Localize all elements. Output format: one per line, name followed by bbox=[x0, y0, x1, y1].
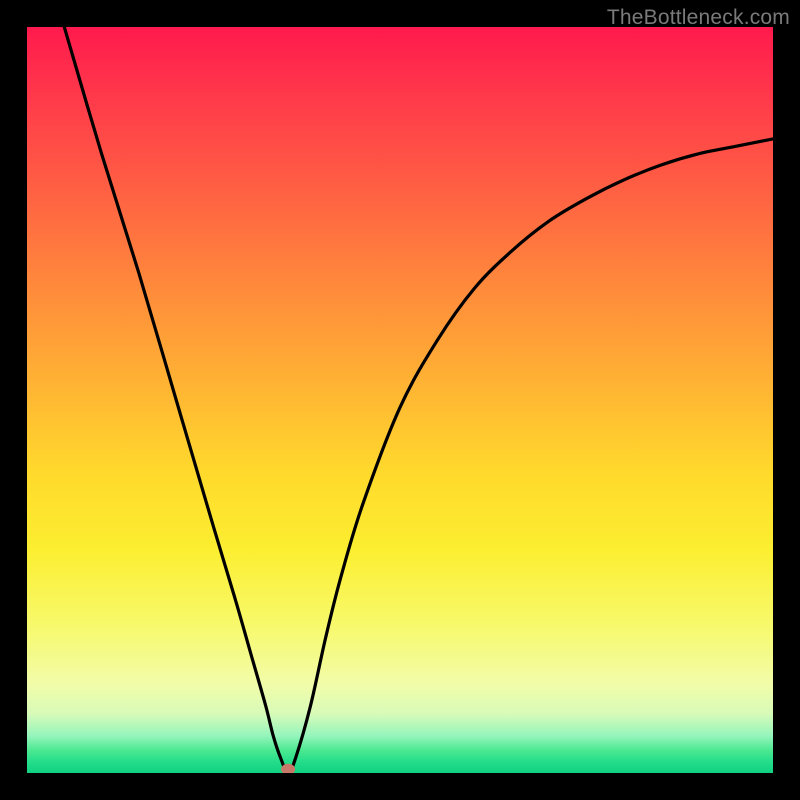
chart-plot-area bbox=[27, 27, 773, 773]
bottleneck-curve bbox=[64, 27, 773, 773]
watermark-text: TheBottleneck.com bbox=[607, 6, 790, 30]
chart-svg bbox=[27, 27, 773, 773]
